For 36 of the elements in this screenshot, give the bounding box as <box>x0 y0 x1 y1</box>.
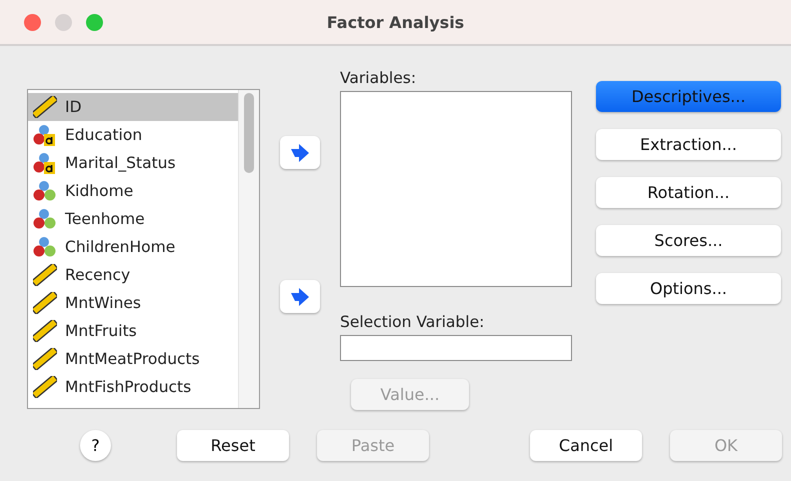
nominal-icon <box>33 208 57 230</box>
move-button[interactable] <box>280 136 320 169</box>
window-title: Factor Analysis <box>326 12 464 32</box>
variable-item[interactable]: Teenhome <box>28 205 238 233</box>
arrow-icon <box>290 144 310 162</box>
dialog-button[interactable]: Rotation... <box>596 177 781 208</box>
arrow-icon <box>290 288 310 306</box>
dialog-button[interactable]: Descriptives... <box>596 81 781 112</box>
dialog-button[interactable]: Extraction... <box>596 129 781 160</box>
help-button[interactable]: ? <box>80 430 111 460</box>
nominal-string-icon <box>33 152 57 174</box>
nominal-icon <box>33 236 57 258</box>
close-button[interactable] <box>24 14 41 30</box>
variable-item[interactable]: MntWines <box>28 289 238 317</box>
nominal-icon <box>33 180 57 202</box>
variable-list[interactable]: ID Education Marital_Status Kidhome Teenhome ChildrenHome Recency MntWines MntFruits MntMeatProducts MntFishProducts <box>27 89 260 409</box>
variable-item[interactable]: ID <box>28 93 238 121</box>
dialog-button[interactable]: Scores... <box>596 225 781 256</box>
move-button[interactable] <box>280 280 320 313</box>
variable-item[interactable]: MntFruits <box>28 317 238 345</box>
variable-item[interactable]: Recency <box>28 261 238 289</box>
nominal-string-icon <box>33 124 57 146</box>
selection-variable-field[interactable] <box>340 335 572 361</box>
variable-item[interactable]: Education <box>28 121 238 149</box>
dialog-button[interactable]: Cancel <box>530 430 642 460</box>
variables-label: Variables: <box>340 68 418 88</box>
dialog-button[interactable]: Options... <box>596 273 781 304</box>
dialog-button[interactable]: Reset <box>177 430 289 460</box>
scrollbar-thumb[interactable] <box>244 93 254 173</box>
variable-item[interactable]: Kidhome <box>28 177 238 205</box>
variable-item[interactable]: MntMeatProducts <box>28 345 238 373</box>
selection-variable-label: Selection Variable: <box>340 312 486 332</box>
variable-item[interactable]: Marital_Status <box>28 149 238 177</box>
variable-item[interactable]: MntFishProducts <box>28 373 238 401</box>
variable-item[interactable]: ChildrenHome <box>28 233 238 261</box>
zoom-button[interactable] <box>86 14 103 30</box>
